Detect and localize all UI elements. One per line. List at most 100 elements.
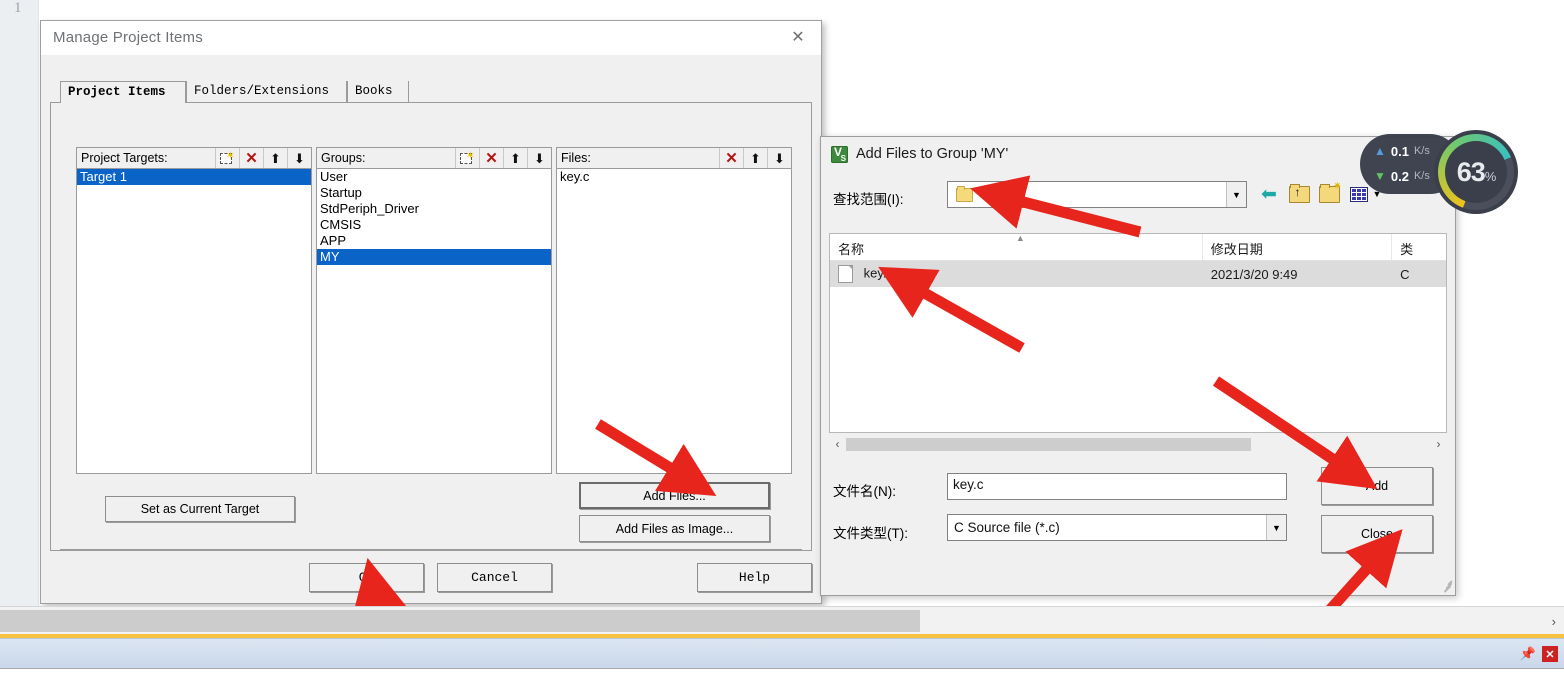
files-panel: Files: ✕ ⬆ ⬇ key.c [556,147,792,474]
list-item[interactable]: Startup [317,185,551,201]
move-up-icon[interactable]: ⬆ [743,148,767,168]
file-name-input[interactable]: key.c [947,473,1287,500]
groups-header: Groups: ✶ ✕ ⬆ ⬇ [316,147,552,169]
download-arrow-icon: ▼ [1374,169,1386,183]
table-row[interactable]: key.c 2021/3/20 9:49 C [830,261,1446,287]
project-targets-label: Project Targets: [81,151,168,165]
back-icon[interactable]: ⬅ [1257,182,1281,206]
column-header-name[interactable]: ▲ 名称 [830,234,1203,260]
status-bar: 📌 ✕ [0,638,1564,670]
close-icon[interactable]: ✕ [783,26,813,50]
upload-unit: K/s [1413,145,1430,157]
list-item[interactable]: key.c [557,169,791,185]
look-in-label: 查找范围(I): [833,192,904,207]
tab-folders-extensions[interactable]: Folders/Extensions [186,81,347,103]
file-type-combo[interactable]: C Source file (*.c) ▼ [947,514,1287,541]
ide-left-gutter [0,0,38,606]
scrollbar-thumb[interactable] [0,610,920,632]
close-icon[interactable]: ✕ [1542,646,1558,662]
sort-ascending-icon: ▲ [1015,233,1025,243]
cancel-button[interactable]: Cancel [437,563,552,592]
chevron-right-icon[interactable]: › [1552,614,1564,629]
new-icon[interactable]: ✶ [455,148,479,168]
download-row: ▼ 0.2 K/s [1374,165,1430,187]
files-label: Files: [561,151,591,165]
files-header: Files: ✕ ⬆ ⬇ [556,147,792,169]
list-item[interactable]: StdPeriph_Driver [317,201,551,217]
move-down-icon[interactable]: ⬇ [767,148,791,168]
tab-label: Books [355,84,393,98]
add-files-titlebar: Add Files to Group 'MY' [831,143,1008,165]
visual-studio-icon [831,145,848,163]
up-folder-icon[interactable] [1287,182,1311,206]
list-item[interactable]: CMSIS [317,217,551,233]
chevron-left-icon[interactable]: ‹ [829,437,846,451]
add-button[interactable]: Add [1321,467,1433,505]
new-icon[interactable]: ✶ [215,148,239,168]
upload-arrow-icon: ▲ [1374,144,1386,158]
groups-list[interactable]: User Startup StdPeriph_Driver CMSIS APP … [316,169,552,474]
add-files-button[interactable]: Add Files... [579,482,770,509]
file-list[interactable]: ▲ 名称 修改日期 类 key.c 2021/3/20 9:49 C [829,233,1447,433]
file-type-value: C Source file (*.c) [954,520,1060,535]
column-header-type[interactable]: 类 [1392,234,1446,260]
delete-icon[interactable]: ✕ [719,148,743,168]
upload-row: ▲ 0.1 K/s [1374,140,1430,162]
move-down-icon[interactable]: ⬇ [527,148,551,168]
gauge-unit: % [1484,168,1497,184]
help-button[interactable]: Help [697,563,812,592]
resize-grip[interactable] [1439,579,1453,593]
chevron-right-icon[interactable]: › [1430,437,1447,451]
groups-label: Groups: [321,151,366,165]
project-targets-list[interactable]: Target 1 [76,169,312,474]
tab-label: Folders/Extensions [194,84,330,98]
file-list-hscrollbar[interactable]: ‹ › [829,433,1447,455]
column-header-date[interactable]: 修改日期 [1203,234,1393,260]
dialog-footer: OK Cancel Help [41,551,821,603]
move-up-icon[interactable]: ⬆ [503,148,527,168]
set-as-current-target-button[interactable]: Set as Current Target [105,496,295,522]
cpu-usage-gauge[interactable]: 63% [1434,130,1518,214]
list-item[interactable]: MY [317,249,551,265]
ok-button[interactable]: OK [309,563,424,592]
chevron-down-icon[interactable]: ▼ [1266,515,1286,540]
cell-date: 2021/3/20 9:49 [1210,266,1298,282]
gauge-number: 63 [1456,156,1486,187]
dialog-body: Project Items Folders/Extensions Books P… [50,55,812,551]
scrollbar-thumb[interactable] [846,437,1251,451]
files-list[interactable]: key.c [556,169,792,474]
download-unit: K/s [1413,170,1430,182]
footer-divider [60,549,802,550]
file-list-header: ▲ 名称 修改日期 类 [830,234,1446,261]
list-item[interactable]: Target 1 [77,169,311,185]
tab-label: Project Items [68,85,166,99]
tab-project-items[interactable]: Project Items [60,81,186,103]
add-files-title: Add Files to Group 'MY' [856,146,1009,162]
new-folder-icon[interactable] [1317,181,1342,206]
project-targets-header: Project Targets: ✶ ✕ ⬆ ⬇ [76,147,312,169]
tab-books[interactable]: Books [347,81,409,103]
list-item[interactable]: APP [317,233,551,249]
chevron-down-icon[interactable]: ▼ [1226,182,1246,207]
move-up-icon[interactable]: ⬆ [263,148,287,168]
manage-project-items-dialog: Manage Project Items ✕ Project Items Fol… [40,20,822,604]
tab-strip: Project Items Folders/Extensions Books [50,81,812,103]
pin-icon[interactable]: 📌 [1520,646,1536,662]
bottom-horizontal-scrollbar[interactable]: › [0,606,1564,635]
groups-panel: Groups: ✶ ✕ ⬆ ⬇ User Startup StdPeriph_D… [316,147,552,474]
folder-icon [956,185,973,202]
close-button[interactable]: Close [1321,515,1433,553]
window-bottom-edge [0,668,1564,677]
upload-value: 0.1 [1390,143,1409,159]
delete-icon[interactable]: ✕ [239,148,263,168]
file-name-label: 文件名(N): [833,484,896,499]
screenshot-root: 1 Manage Project Items ✕ Project Items F… [0,0,1564,677]
look-in-combo[interactable]: KEY ▼ [947,181,1247,208]
download-value: 0.2 [1390,168,1409,184]
add-files-as-image-button[interactable]: Add Files as Image... [579,515,770,542]
delete-icon[interactable]: ✕ [479,148,503,168]
cell-name: key.c [863,265,894,281]
ide-line-marker: 1 [14,0,22,16]
move-down-icon[interactable]: ⬇ [287,148,311,168]
list-item[interactable]: User [317,169,551,185]
